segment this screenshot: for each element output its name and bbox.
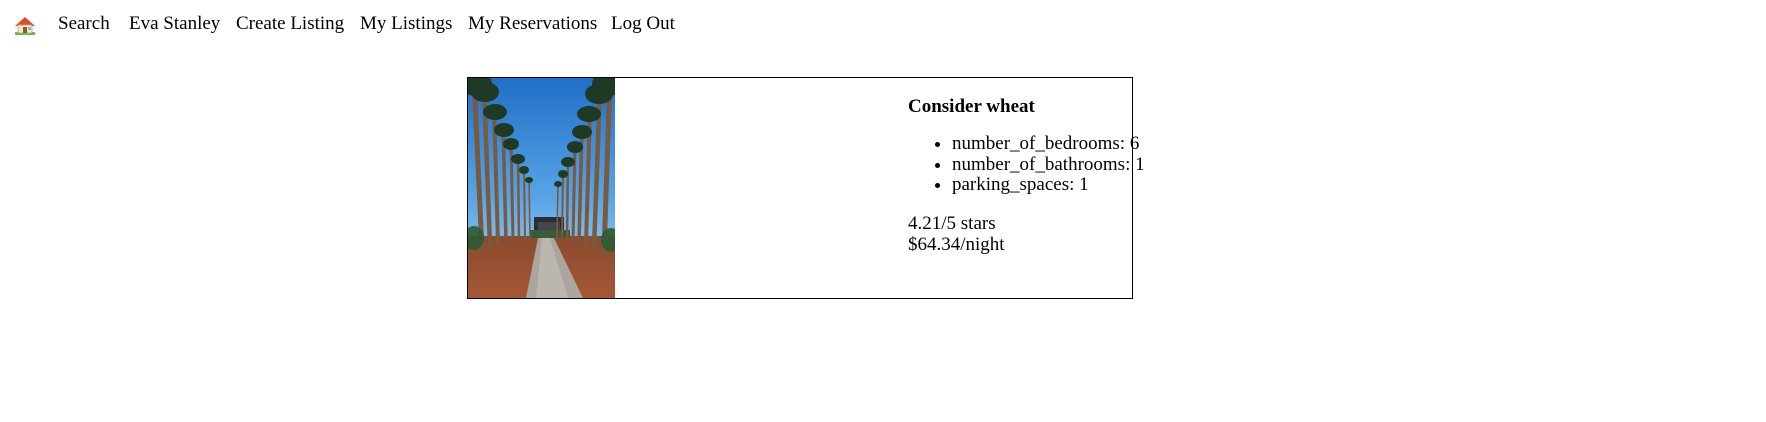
- home-icon[interactable]: [14, 16, 36, 36]
- nav-my-reservations[interactable]: My Reservations: [468, 12, 597, 36]
- listing-details: Consider wheat number_of_bedrooms: 6 num…: [908, 78, 1145, 298]
- listing-title: Consider wheat: [908, 96, 1035, 117]
- nav-log-out[interactable]: Log Out: [611, 12, 675, 36]
- nav-my-listings[interactable]: My Listings: [360, 12, 452, 36]
- nav-search[interactable]: Search: [58, 12, 110, 36]
- feature-bathrooms: number_of_bathrooms: 1: [952, 154, 1145, 176]
- feature-parking: parking_spaces: 1: [952, 174, 1145, 196]
- nav-user-profile[interactable]: Eva Stanley: [129, 12, 220, 36]
- listing-photo[interactable]: [468, 78, 615, 298]
- listing-price: $64.34/night: [908, 234, 1005, 255]
- nav-create-listing[interactable]: Create Listing: [236, 12, 344, 36]
- top-nav: Search Eva Stanley Create Listing My Lis…: [0, 0, 900, 48]
- listing-card[interactable]: Consider wheat number_of_bedrooms: 6 num…: [467, 77, 1145, 299]
- listing-features: number_of_bedrooms: 6 number_of_bathroom…: [908, 133, 1145, 196]
- listing-rating: 4.21/5 stars: [908, 213, 996, 234]
- feature-bedrooms: number_of_bedrooms: 6: [952, 133, 1145, 155]
